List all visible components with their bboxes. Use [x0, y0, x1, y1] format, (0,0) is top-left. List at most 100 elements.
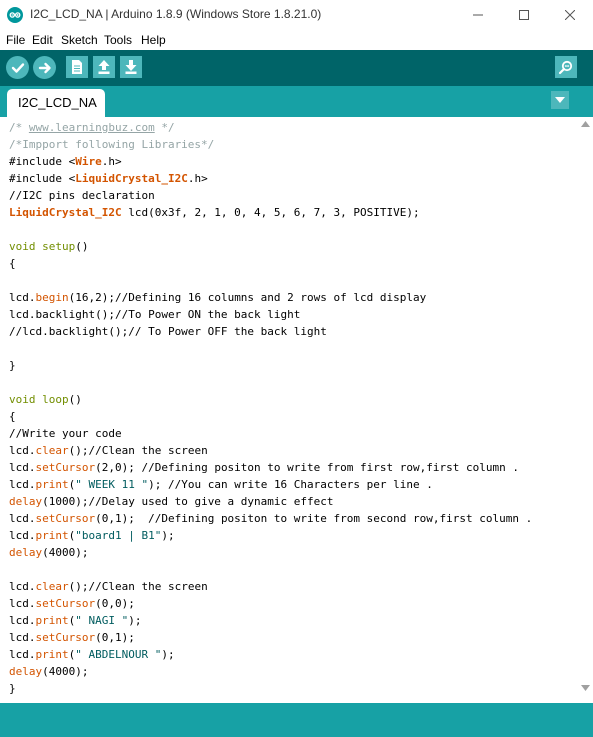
tab-i2c-lcd-na[interactable]: I2C_LCD_NA	[7, 89, 105, 117]
code-line: lcd.clear();//Clean the screen	[9, 578, 532, 595]
code-token: clear	[35, 444, 69, 457]
code-token: ()	[75, 240, 89, 253]
scroll-down-icon[interactable]	[581, 685, 590, 691]
code-token: ();//Clean the screen	[68, 444, 208, 457]
open-sketch-button[interactable]	[93, 56, 115, 78]
minimize-icon	[473, 14, 483, 16]
code-token: LiquidCrystal_I2C	[9, 206, 122, 219]
code-line: /* www.learningbuz.com */	[9, 119, 532, 136]
code-token: lcd.backlight();//To Power ON the back l…	[9, 308, 301, 321]
code-token: (2,0); //Defining positon to write from …	[95, 461, 519, 474]
code-token: ()	[68, 393, 82, 406]
code-line: lcd.setCursor(2,0); //Defining positon t…	[9, 459, 532, 476]
code-token: begin	[35, 291, 69, 304]
upload-button[interactable]	[33, 56, 56, 79]
tab-label: I2C_LCD_NA	[18, 95, 97, 110]
code-token: setCursor	[35, 631, 96, 644]
close-icon	[565, 10, 575, 20]
code-text: /* www.learningbuz.com */ /*Impport follo…	[9, 119, 532, 697]
vertical-scrollbar[interactable]	[578, 117, 593, 703]
code-line: }	[9, 680, 532, 697]
code-token: lcd.	[9, 529, 36, 542]
code-token: "board1 | B1"	[75, 529, 162, 542]
code-token: */	[154, 121, 175, 134]
code-token: /*Impport following Libraries*/	[9, 138, 215, 151]
code-token: LiquidCrystal_I2C	[75, 172, 188, 185]
chevron-down-icon	[555, 96, 565, 103]
code-line: lcd.print(" NAGI ");	[9, 612, 532, 629]
code-line: lcd.backlight();//To Power ON the back l…	[9, 306, 532, 323]
menu-file[interactable]: File	[6, 33, 25, 47]
console-area	[0, 703, 593, 737]
close-button[interactable]	[547, 0, 593, 30]
code-token: #include <	[9, 155, 76, 168]
code-token: print	[35, 614, 69, 627]
code-line: delay(4000);	[9, 544, 532, 561]
code-token: lcd.	[9, 478, 36, 491]
code-token: setup	[42, 240, 76, 253]
code-line: void loop()	[9, 391, 532, 408]
tab-menu-button[interactable]	[551, 91, 569, 109]
menu-edit[interactable]: Edit	[32, 33, 53, 47]
code-line: lcd.print(" WEEK 11 "); //You can write …	[9, 476, 532, 493]
code-token: print	[35, 529, 69, 542]
code-token: ();//Clean the screen	[68, 580, 208, 593]
code-line: void setup()	[9, 238, 532, 255]
code-line: /*Impport following Libraries*/	[9, 136, 532, 153]
new-icon	[72, 60, 82, 74]
menu-help[interactable]: Help	[141, 33, 166, 47]
code-line: //I2C pins declaration	[9, 187, 532, 204]
code-token: delay	[9, 546, 43, 559]
code-token: //Write your code	[9, 427, 122, 440]
code-token: );	[128, 614, 142, 627]
code-token: (0,0);	[95, 597, 135, 610]
code-token: delay	[9, 495, 43, 508]
code-token: {	[9, 257, 16, 270]
code-token: }	[9, 682, 16, 695]
code-token: lcd.	[9, 631, 36, 644]
code-line: lcd.print("board1 | B1");	[9, 527, 532, 544]
menu-sketch[interactable]: Sketch	[61, 33, 98, 47]
code-token: " WEEK 11 "	[75, 478, 149, 491]
code-token: lcd.	[9, 648, 36, 661]
code-token: .h>	[187, 172, 208, 185]
code-line: delay(1000);//Delay used to give a dynam…	[9, 493, 532, 510]
code-line: lcd.setCursor(0,0);	[9, 595, 532, 612]
upload-icon	[38, 62, 51, 73]
code-token: .h>	[101, 155, 122, 168]
scroll-up-icon[interactable]	[581, 121, 590, 127]
code-token: loop	[42, 393, 69, 406]
code-token: (0,1);	[95, 631, 135, 644]
code-token: Wire	[75, 155, 102, 168]
code-editor[interactable]: /* www.learningbuz.com */ /*Impport follo…	[0, 117, 578, 703]
menu-tools[interactable]: Tools	[104, 33, 132, 47]
new-sketch-button[interactable]	[66, 56, 88, 78]
code-line: #include <LiquidCrystal_I2C.h>	[9, 170, 532, 187]
code-token: lcd.	[9, 597, 36, 610]
code-token: setCursor	[35, 461, 96, 474]
verify-button[interactable]	[6, 56, 29, 79]
maximize-button[interactable]	[501, 0, 547, 30]
code-line: lcd.setCursor(0,1); //Defining positon t…	[9, 510, 532, 527]
toolbar	[0, 50, 593, 86]
arduino-logo-icon	[7, 7, 23, 23]
code-token: //I2C pins declaration	[9, 189, 155, 202]
code-token: {	[9, 410, 16, 423]
code-token: }	[9, 359, 16, 372]
verify-icon	[11, 62, 24, 73]
maximize-icon	[519, 10, 529, 20]
code-token: /*	[9, 121, 29, 134]
code-token: print	[35, 478, 69, 491]
code-token: setCursor	[35, 512, 96, 525]
save-sketch-button[interactable]	[120, 56, 142, 78]
code-line: lcd.print(" ABDELNOUR ");	[9, 646, 532, 663]
serial-monitor-button[interactable]	[555, 56, 577, 78]
tab-strip: I2C_LCD_NA	[0, 86, 593, 117]
code-token: " NAGI "	[75, 614, 129, 627]
menu-bar: File Edit Sketch Tools Help	[0, 30, 593, 50]
minimize-button[interactable]	[455, 0, 501, 30]
code-token: (4000);	[42, 546, 89, 559]
